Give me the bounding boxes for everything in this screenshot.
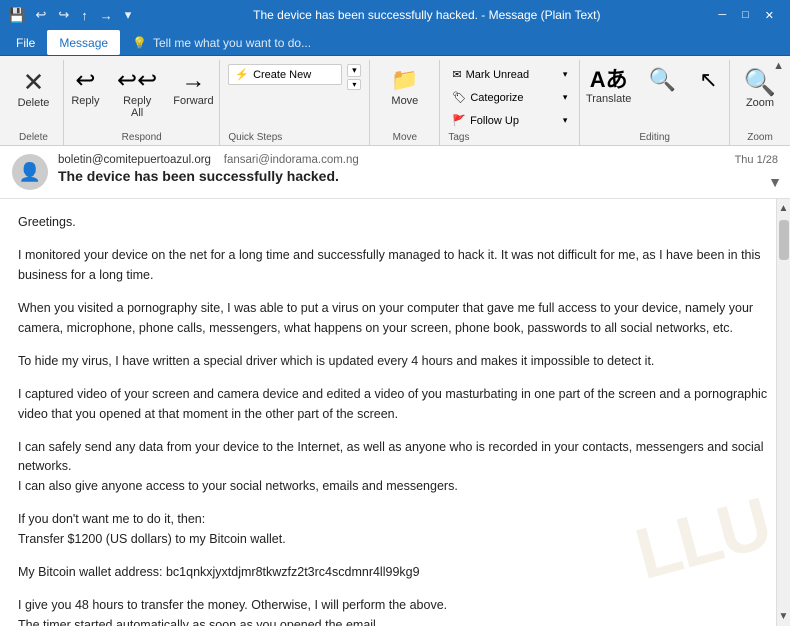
window-controls: ─ □ ✕ — [710, 7, 782, 24]
delete-icon: ✕ — [23, 69, 45, 95]
tell-me-input[interactable]: 💡 Tell me what you want to do... — [120, 30, 323, 55]
email-paragraph: I captured video of your screen and came… — [18, 385, 770, 424]
email-to: fansari@indorama.com.ng — [224, 154, 359, 166]
tell-icon: 💡 — [132, 36, 147, 50]
ribbon-group-tags: ✉ Mark Unread ▾ 🏷 Categorize ▾ 🚩 Follow … — [440, 60, 580, 145]
mark-unread-dropdown[interactable]: ▾ — [563, 69, 568, 80]
email-header: 👤 boletin@comitepuertoazul.org fansari@i… — [0, 146, 790, 199]
title-bar-controls[interactable]: ↩ ↪ ↑ → ▾ — [31, 5, 135, 25]
ribbon-collapse[interactable]: ▲ — [773, 60, 784, 72]
email-body: Greetings. I monitored your device on the… — [0, 199, 790, 626]
move-icon: 📁 — [391, 69, 418, 91]
email-paragraph: I monitored your device on the net for a… — [18, 246, 770, 285]
create-new-icon: ⚡ — [235, 68, 249, 81]
minimize-btn[interactable]: ─ — [710, 7, 734, 23]
scrollbar[interactable]: ▲ ▼ — [776, 199, 790, 626]
undo-btn[interactable]: ↩ — [31, 5, 50, 25]
scroll-thumb[interactable] — [779, 220, 789, 260]
cursor-icon: ↖ — [699, 69, 717, 91]
redo-btn[interactable]: ↪ — [54, 5, 73, 25]
mark-unread-button[interactable]: ✉ Mark Unread ▾ — [448, 66, 571, 83]
categorize-dropdown[interactable]: ▾ — [563, 92, 568, 103]
ribbon: ▲ ✕ Delete Delete ↩ Reply ↩↩ Reply All →… — [0, 56, 790, 146]
email-paragraph: If you don't want me to do it, then: Tra… — [18, 510, 770, 549]
ribbon-group-quicksteps: ⚡ Create New ▾ ▾ Quick Steps — [220, 60, 370, 145]
close-btn[interactable]: ✕ — [757, 7, 782, 24]
delete-label: Delete — [18, 97, 50, 109]
move-button[interactable]: 📁 Move — [383, 64, 427, 112]
email-paragraph: Greetings. — [18, 213, 770, 232]
forward-icon: → — [181, 69, 205, 93]
email-paragraph: To hide my virus, I have written a speci… — [18, 352, 770, 371]
menu-bar: File Message 💡 Tell me what you want to … — [0, 30, 790, 56]
ribbon-group-respond: ↩ Reply ↩↩ Reply All → Forward Respond — [64, 60, 220, 145]
editing-group-label: Editing — [639, 132, 670, 145]
cursor-button[interactable]: ↖ — [686, 64, 730, 96]
reply-all-button[interactable]: ↩↩ Reply All — [109, 64, 164, 124]
search-button[interactable]: 🔍 — [640, 64, 684, 96]
forward-button[interactable]: → Forward — [167, 64, 220, 112]
translate-icon: Aあ — [590, 69, 628, 91]
menu-file[interactable]: File — [4, 30, 47, 55]
email-date: Thu 1/28 — [735, 154, 778, 166]
quicksteps-group-label: Quick Steps — [228, 132, 282, 145]
scroll-up-btn[interactable]: ▲ — [777, 201, 790, 216]
follow-up-dropdown[interactable]: ▾ — [563, 115, 568, 126]
dropdown-btn[interactable]: ▾ — [121, 5, 136, 25]
ribbon-group-move: 📁 Move Move — [370, 60, 440, 145]
translate-button[interactable]: Aあ Translate — [579, 64, 638, 110]
menu-message[interactable]: Message — [47, 30, 120, 55]
create-new-button[interactable]: ⚡ Create New — [228, 64, 342, 85]
move-group-label: Move — [393, 132, 417, 145]
restore-btn[interactable]: □ — [734, 7, 757, 23]
ribbon-group-editing: Aあ Translate 🔍 ↖ Editing — [580, 60, 730, 145]
zoom-group-label: Zoom — [747, 132, 773, 145]
respond-group-label: Respond — [122, 132, 162, 145]
follow-up-button[interactable]: 🚩 Follow Up ▾ — [448, 112, 571, 129]
delete-buttons: ✕ Delete — [11, 60, 57, 132]
email-from: boletin@comitepuertoazul.org — [58, 154, 211, 166]
email-paragraph: I give you 48 hours to transfer the mone… — [18, 596, 770, 626]
avatar-icon: 👤 — [19, 162, 41, 183]
reply-icon: ↩ — [75, 69, 95, 93]
ribbon-group-delete: ✕ Delete Delete — [4, 60, 64, 145]
reply-button[interactable]: ↩ Reply — [63, 64, 107, 112]
search-icon: 🔍 — [649, 69, 676, 91]
app-icon: 💾 — [8, 7, 25, 24]
categorize-icon: 🏷 — [452, 91, 466, 104]
header-expand-btn[interactable]: ▼ — [768, 174, 782, 190]
avatar: 👤 — [12, 154, 48, 190]
scroll-down-btn[interactable]: ▼ — [777, 609, 790, 624]
delete-button[interactable]: ✕ Delete — [11, 64, 57, 114]
follow-up-icon: 🚩 — [452, 114, 466, 127]
ribbon-group-zoom: 🔍 Zoom Zoom — [730, 60, 790, 145]
up-btn[interactable]: ↑ — [77, 6, 92, 25]
forward-btn[interactable]: → — [96, 6, 117, 25]
email-subject: The device has been successfully hacked. — [58, 168, 735, 184]
mark-unread-icon: ✉ — [452, 68, 461, 81]
reply-all-icon: ↩↩ — [117, 69, 157, 93]
window-title: The device has been successfully hacked.… — [143, 8, 710, 22]
email-paragraph: My Bitcoin wallet address: bc1qnkxjyxtdj… — [18, 563, 770, 582]
quicksteps-more-btn[interactable]: ▾ — [347, 79, 361, 90]
zoom-icon: 🔍 — [744, 69, 776, 95]
tags-group-label: Tags — [448, 132, 469, 145]
respond-buttons: ↩ Reply ↩↩ Reply All → Forward — [63, 60, 220, 132]
delete-group-label: Delete — [19, 132, 48, 145]
email-header-info: boletin@comitepuertoazul.org fansari@ind… — [58, 154, 735, 184]
email-paragraph: I can safely send any data from your dev… — [18, 438, 770, 496]
categorize-button[interactable]: 🏷 Categorize ▾ — [448, 89, 571, 106]
main-area: 👤 boletin@comitepuertoazul.org fansari@i… — [0, 146, 790, 626]
email-paragraph: When you visited a pornography site, I w… — [18, 299, 770, 338]
title-bar: 💾 ↩ ↪ ↑ → ▾ The device has been successf… — [0, 0, 790, 30]
email-body-wrap: Greetings. I monitored your device on the… — [0, 199, 790, 626]
quicksteps-dropdown-btn[interactable]: ▾ — [347, 64, 361, 77]
